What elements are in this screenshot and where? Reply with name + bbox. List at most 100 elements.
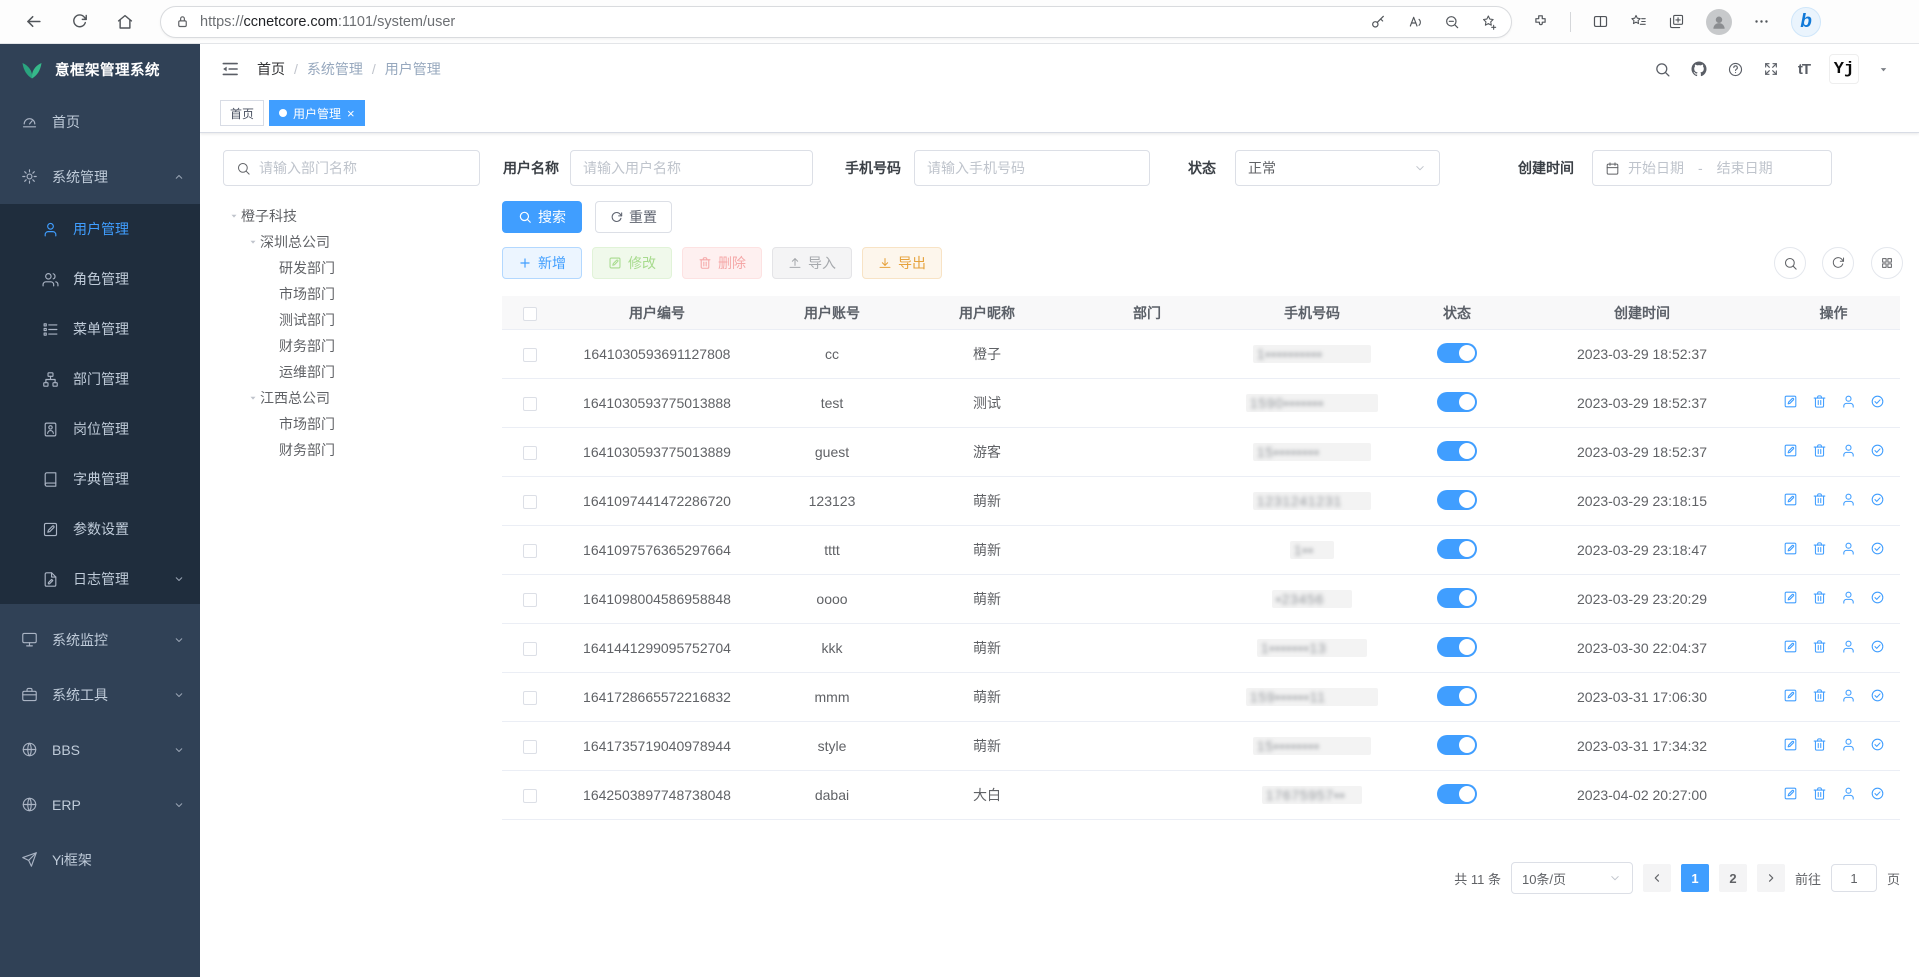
status-toggle[interactable] xyxy=(1437,441,1477,461)
delete-user-button[interactable] xyxy=(1812,590,1827,605)
delete-user-button[interactable] xyxy=(1812,786,1827,801)
row-checkbox[interactable] xyxy=(523,544,537,558)
tree-node[interactable]: 江西总公司 xyxy=(223,385,493,411)
more-icon[interactable] xyxy=(1753,13,1770,30)
tree-node[interactable]: 深圳总公司 xyxy=(223,229,493,255)
status-toggle[interactable] xyxy=(1437,784,1477,804)
bing-icon[interactable]: b xyxy=(1791,7,1821,37)
assign-role-button[interactable] xyxy=(1870,541,1885,556)
add-button[interactable]: 新增 xyxy=(502,247,582,279)
breadcrumb-item[interactable]: 首页 xyxy=(257,59,285,79)
status-toggle[interactable] xyxy=(1437,588,1477,608)
hamburger-icon[interactable] xyxy=(220,59,240,79)
reset-password-button[interactable] xyxy=(1841,590,1856,605)
tab-user-mgmt[interactable]: 用户管理× xyxy=(269,100,365,126)
user-avatar[interactable]: Yj xyxy=(1829,54,1859,84)
edit-button[interactable]: 修改 xyxy=(592,247,672,279)
reset-password-button[interactable] xyxy=(1841,541,1856,556)
back-icon[interactable] xyxy=(24,12,43,31)
edit-user-button[interactable] xyxy=(1783,688,1798,703)
assign-role-button[interactable] xyxy=(1870,737,1885,752)
caret-down-icon[interactable] xyxy=(246,393,260,403)
phone-field[interactable] xyxy=(927,160,1137,176)
delete-user-button[interactable] xyxy=(1812,688,1827,703)
search-icon[interactable] xyxy=(1654,61,1671,78)
collections-icon[interactable] xyxy=(1668,13,1685,30)
sidebar-item-param[interactable]: 参数设置 xyxy=(0,504,200,554)
tree-node[interactable]: 市场部门 xyxy=(223,281,493,307)
tree-node[interactable]: 市场部门 xyxy=(223,411,493,437)
delete-user-button[interactable] xyxy=(1812,541,1827,556)
font-size-icon[interactable]: tT xyxy=(1798,61,1810,78)
caret-down-icon[interactable] xyxy=(227,211,241,221)
favorites-bar-icon[interactable] xyxy=(1630,13,1647,30)
home-icon[interactable] xyxy=(116,13,134,31)
lock-icon[interactable] xyxy=(175,14,190,29)
tree-node[interactable]: 财务部门 xyxy=(223,437,493,463)
sidebar-item-system[interactable]: 系统管理 xyxy=(0,149,200,204)
page-size-select[interactable]: 10条/页 xyxy=(1511,862,1633,894)
delete-user-button[interactable] xyxy=(1812,639,1827,654)
breadcrumb-item[interactable]: 系统管理 xyxy=(307,59,363,79)
status-toggle[interactable] xyxy=(1437,539,1477,559)
tab-home[interactable]: 首页 xyxy=(220,100,264,126)
sidebar-item-yi-frame[interactable]: Yi框架 xyxy=(0,832,200,887)
profile-icon[interactable] xyxy=(1706,9,1732,35)
reset-password-button[interactable] xyxy=(1841,394,1856,409)
split-screen-icon[interactable] xyxy=(1592,13,1609,30)
edit-user-button[interactable] xyxy=(1783,541,1798,556)
status-select[interactable]: 正常 xyxy=(1235,150,1440,186)
status-toggle[interactable] xyxy=(1437,686,1477,706)
refresh-icon[interactable] xyxy=(71,13,88,30)
page-button-1[interactable]: 1 xyxy=(1681,864,1709,892)
status-toggle[interactable] xyxy=(1437,637,1477,657)
delete-user-button[interactable] xyxy=(1812,737,1827,752)
assign-role-button[interactable] xyxy=(1870,492,1885,507)
tree-node[interactable]: 研发部门 xyxy=(223,255,493,281)
row-checkbox[interactable] xyxy=(523,691,537,705)
select-all-checkbox[interactable] xyxy=(523,307,537,321)
address-bar[interactable]: https://ccnetcore.com:1101/system/user xyxy=(160,6,1512,38)
assign-role-button[interactable] xyxy=(1870,639,1885,654)
dept-search-input[interactable] xyxy=(223,150,480,186)
row-checkbox[interactable] xyxy=(523,397,537,411)
url-text[interactable]: https://ccnetcore.com:1101/system/user xyxy=(200,14,1370,30)
sidebar-item-role[interactable]: 角色管理 xyxy=(0,254,200,304)
delete-button[interactable]: 删除 xyxy=(682,247,762,279)
prev-page-button[interactable] xyxy=(1643,864,1671,892)
caret-down-icon[interactable] xyxy=(246,237,260,247)
close-tab-icon[interactable]: × xyxy=(347,107,355,120)
assign-role-button[interactable] xyxy=(1870,443,1885,458)
sidebar-item-menu[interactable]: 菜单管理 xyxy=(0,304,200,354)
sidebar-item-dict[interactable]: 字典管理 xyxy=(0,454,200,504)
sidebar-item-bbs[interactable]: BBS xyxy=(0,722,200,777)
row-checkbox[interactable] xyxy=(523,789,537,803)
edit-user-button[interactable] xyxy=(1783,737,1798,752)
date-range-input[interactable]: 开始日期 - 结束日期 xyxy=(1592,150,1832,186)
reset-password-button[interactable] xyxy=(1841,688,1856,703)
help-icon[interactable] xyxy=(1727,61,1744,78)
edit-user-button[interactable] xyxy=(1783,492,1798,507)
sidebar-item-home[interactable]: 首页 xyxy=(0,94,200,149)
assign-role-button[interactable] xyxy=(1870,688,1885,703)
export-button[interactable]: 导出 xyxy=(862,247,942,279)
page-button-2[interactable]: 2 xyxy=(1719,864,1747,892)
dept-search-field[interactable] xyxy=(259,160,467,176)
row-checkbox[interactable] xyxy=(523,348,537,362)
next-page-button[interactable] xyxy=(1757,864,1785,892)
tree-node[interactable]: 运维部门 xyxy=(223,359,493,385)
sidebar-item-tools[interactable]: 系统工具 xyxy=(0,667,200,722)
tree-node[interactable]: 测试部门 xyxy=(223,307,493,333)
assign-role-button[interactable] xyxy=(1870,786,1885,801)
reset-password-button[interactable] xyxy=(1841,492,1856,507)
status-toggle[interactable] xyxy=(1437,490,1477,510)
username-field[interactable] xyxy=(583,160,800,176)
key-icon[interactable] xyxy=(1370,14,1386,30)
fullscreen-icon[interactable] xyxy=(1763,61,1779,77)
sidebar-item-monitor[interactable]: 系统监控 xyxy=(0,612,200,667)
reset-password-button[interactable] xyxy=(1841,639,1856,654)
sidebar-item-erp[interactable]: ERP xyxy=(0,777,200,832)
delete-user-button[interactable] xyxy=(1812,394,1827,409)
github-icon[interactable] xyxy=(1690,60,1708,78)
edit-user-button[interactable] xyxy=(1783,394,1798,409)
